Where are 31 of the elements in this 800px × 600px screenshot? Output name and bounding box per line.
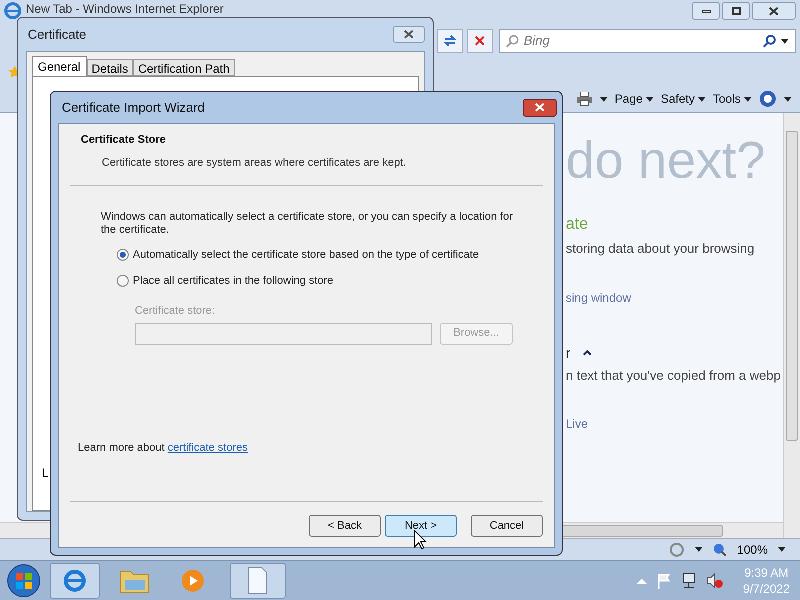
zoom-level[interactable]: 100% [737,540,768,558]
link[interactable]: sing window [566,288,632,306]
step-title: Certificate Store [81,133,167,148]
wizard-button[interactable]: < Back [309,515,381,537]
wizard-button[interactable]: Cancel [471,515,543,537]
tab[interactable]: Details [86,59,134,76]
radio-option[interactable]: Automatically select the certificate store based on the type of certificate [117,247,518,264]
menu-button[interactable]: Safety [660,90,706,108]
certificate-stores-link[interactable]: certificate stores [168,440,248,456]
page-text: do next? [566,131,766,191]
wizard-button[interactable]: Next > [385,515,457,537]
search-field[interactable]: Bing [524,31,759,51]
search-bar[interactable]: Bing [499,29,796,53]
window-title: New Tab - Windows Internet Explorer [26,2,224,16]
tab[interactable]: General [32,56,87,76]
page-text: n text that you've copied from a webp [566,366,781,385]
dialog-text: L [42,465,50,482]
dialog-title: Certificate [28,26,87,44]
field-label: Certificate store: [135,304,216,319]
link[interactable]: Live [566,415,588,433]
radio-option[interactable]: Place all certificates in the following store [117,272,518,289]
help-text: Learn more about [78,440,166,456]
menu-button[interactable]: Tools [712,90,752,108]
wizard-title: Certificate Import Wizard [62,98,206,117]
menu-button[interactable]: Page [614,90,654,108]
page-text: r [566,344,571,362]
page-text: storing data about your browsing [566,240,755,258]
tab[interactable]: Certification Path [133,59,235,76]
intro-text: Windows can automatically select a certificate store, or you can specify a location for the certificate. [101,211,514,237]
page-text: ate [566,215,588,235]
step-description: Certificate stores are system areas where certificates are kept. [102,156,408,170]
